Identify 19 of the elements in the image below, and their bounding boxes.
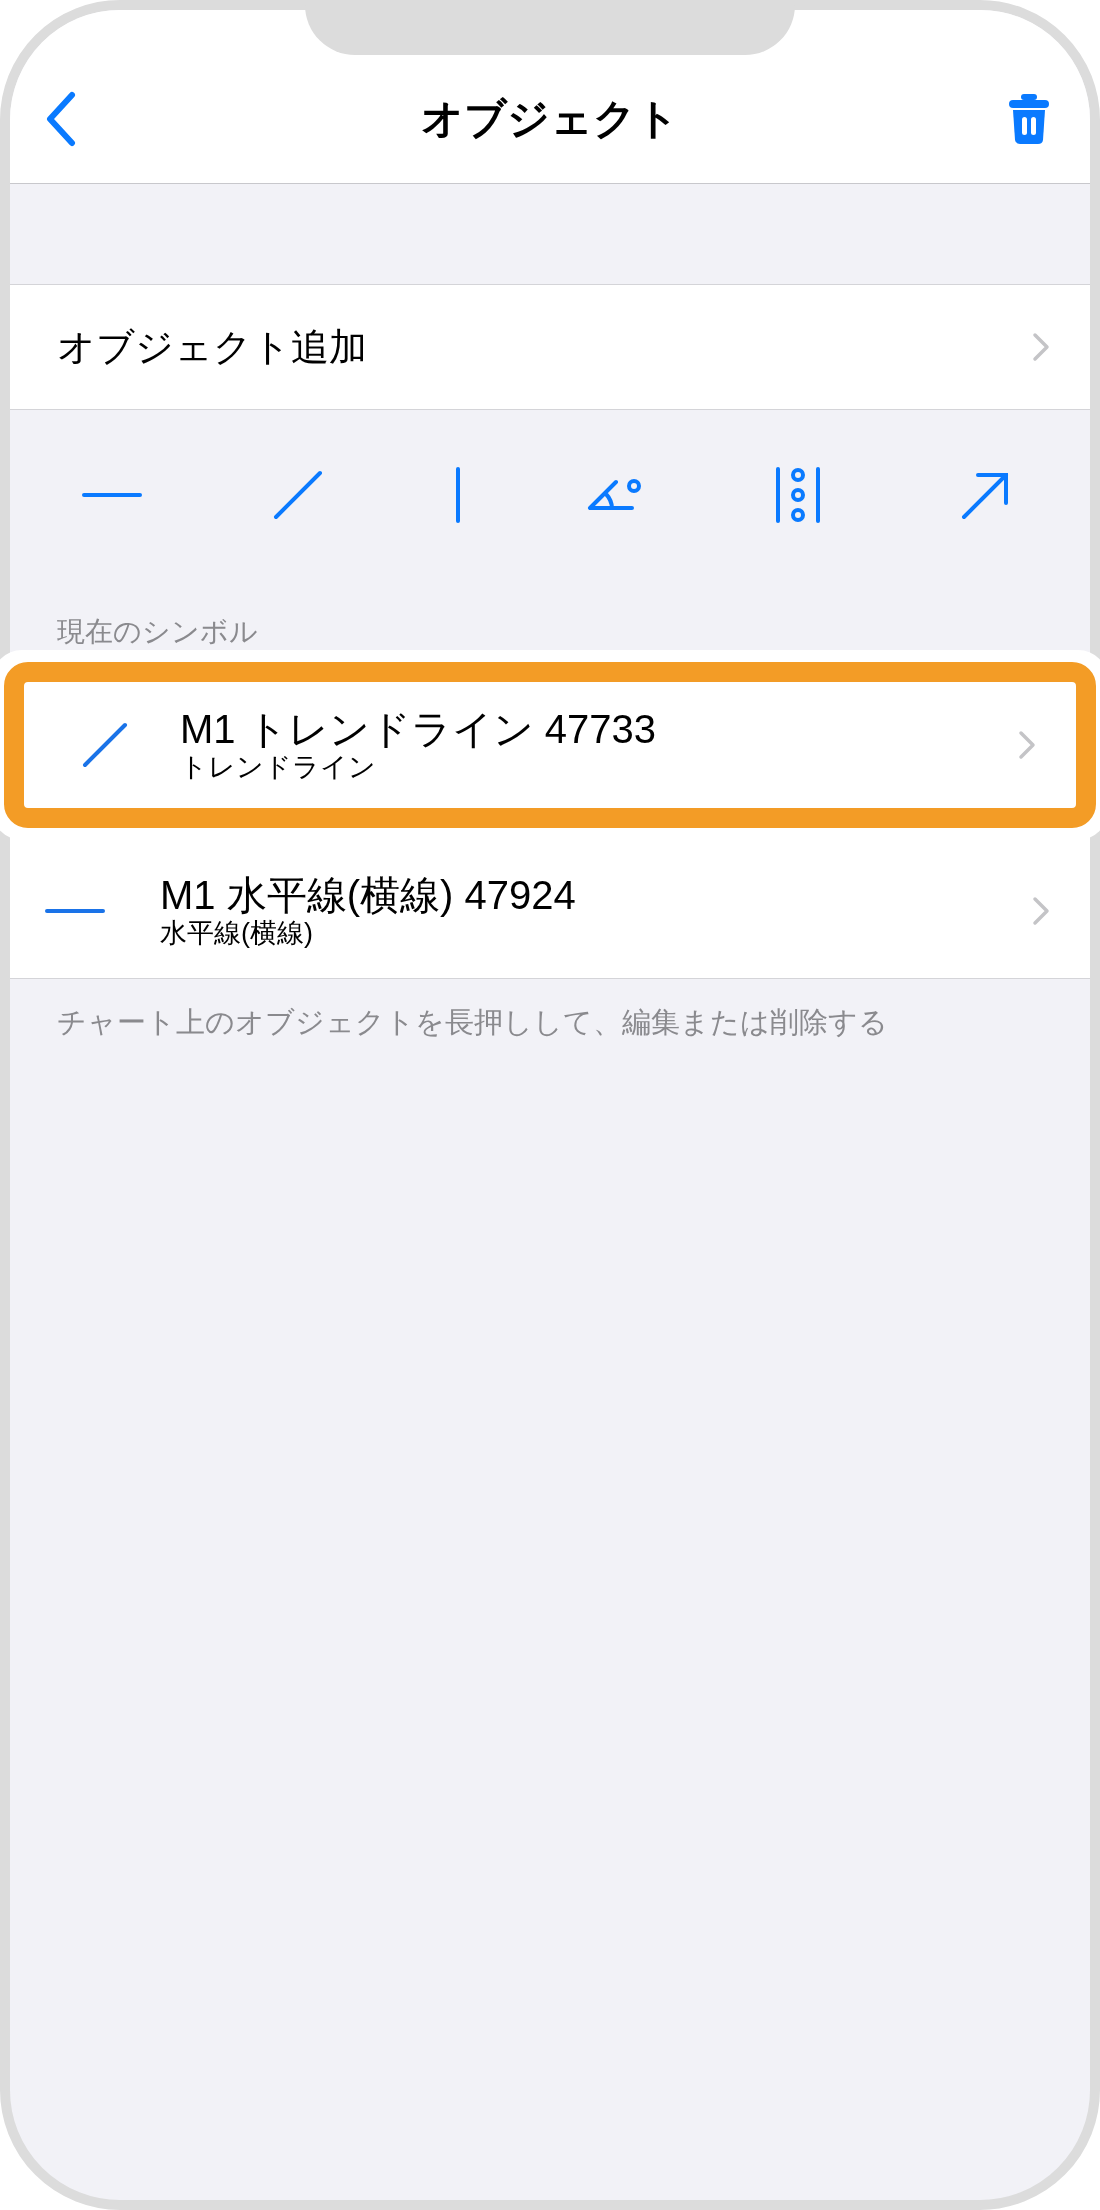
add-object-row[interactable]: オブジェクト追加 bbox=[10, 284, 1090, 410]
section-header: 現在のシンボル bbox=[57, 616, 258, 647]
symbol-row[interactable]: M1 水平線(横線) 47924 水平線(横線) bbox=[10, 844, 1090, 978]
angle-tool-icon[interactable] bbox=[586, 478, 642, 512]
chevron-icon bbox=[1018, 730, 1036, 760]
horizontal-line-tool-icon[interactable] bbox=[82, 491, 142, 499]
horizontal-line-icon bbox=[45, 907, 105, 915]
add-object-label: オブジェクト追加 bbox=[57, 324, 367, 370]
highlighted-symbol-row[interactable]: M1 トレンドライン 47733 トレンドライン bbox=[4, 662, 1096, 828]
symbol-title: M1 水平線(横線) 47924 bbox=[160, 873, 577, 917]
chevron-icon bbox=[1032, 896, 1050, 926]
symbol-title: M1 トレンドライン 47733 bbox=[180, 707, 658, 751]
symbol-subtitle: トレンドライン bbox=[180, 751, 377, 783]
window-title: オブジェクト bbox=[421, 94, 679, 144]
chevron-icon bbox=[1032, 332, 1050, 362]
footer-hint: チャート上のオブジェクトを長押しして、編集または削除する bbox=[57, 1006, 888, 1038]
symbol-subtitle: 水平線(横線) bbox=[160, 917, 314, 949]
trendline-icon bbox=[81, 721, 129, 769]
vertical-line-tool-icon[interactable] bbox=[454, 467, 462, 523]
